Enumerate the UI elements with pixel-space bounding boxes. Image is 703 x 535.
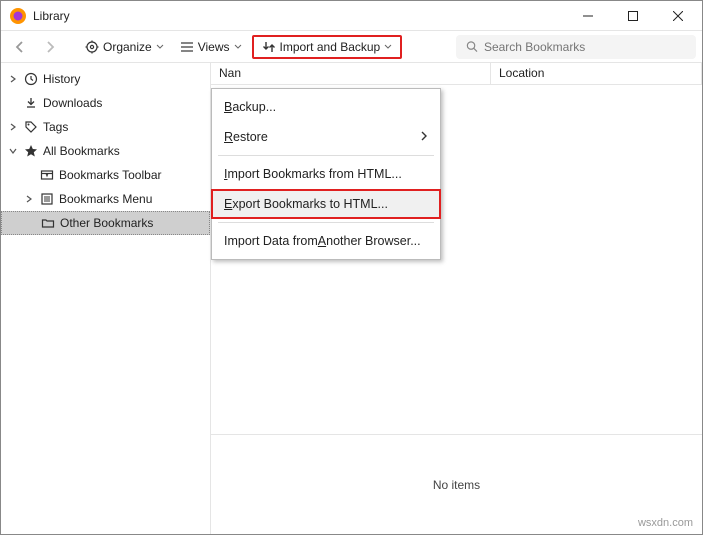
sidebar-item-tags[interactable]: Tags [1,115,210,139]
back-button[interactable] [7,37,33,57]
sidebar-label: Bookmarks Menu [59,192,152,206]
menu-item-import-html[interactable]: Import Bookmarks from HTML... [212,159,440,189]
sidebar-label: All Bookmarks [43,144,120,158]
sidebar-item-other-bookmarks[interactable]: Other Bookmarks [1,211,210,235]
sidebar-item-all-bookmarks[interactable]: All Bookmarks [1,139,210,163]
download-icon [23,96,39,110]
list-icon [180,40,194,54]
views-button[interactable]: Views [174,37,248,57]
import-backup-menu: Backup... Restore Import Bookmarks from … [211,88,441,260]
star-icon [23,144,39,158]
gear-icon [85,40,99,54]
clock-icon [23,72,39,86]
sidebar-label: Bookmarks Toolbar [59,168,162,182]
chevron-right-icon [420,130,428,144]
minimize-button[interactable] [565,1,610,30]
views-label: Views [198,40,230,54]
import-export-icon [262,40,276,54]
sidebar: History Downloads Tags All Bookmarks Boo [1,63,211,534]
organize-button[interactable]: Organize [79,37,170,57]
chevron-down-icon [156,43,164,51]
toolbar: Organize Views Import and Backup [1,31,702,63]
main-panel: Nan Location Backup... Restore Import Bo… [211,63,702,534]
status-bar: No items [211,434,702,534]
library-window: Library Organize Views Import and Backup [0,0,703,535]
expand-icon[interactable] [7,123,19,131]
expand-icon[interactable] [7,75,19,83]
menu-separator [218,222,434,223]
sidebar-item-history[interactable]: History [1,67,210,91]
search-input[interactable] [484,40,686,54]
sidebar-item-bookmarks-toolbar[interactable]: Bookmarks Toolbar [1,163,210,187]
chevron-down-icon [234,43,242,51]
window-title: Library [33,9,70,23]
sidebar-label: Other Bookmarks [60,216,153,230]
column-name[interactable]: Nan [211,63,491,84]
sidebar-label: History [43,72,80,86]
sidebar-label: Tags [43,120,68,134]
titlebar: Library [1,1,702,31]
menu-item-backup[interactable]: Backup... [212,92,440,122]
tag-icon [23,120,39,134]
import-backup-button[interactable]: Import and Backup [252,35,403,59]
sidebar-label: Downloads [43,96,102,110]
import-backup-label: Import and Backup [280,40,381,54]
list-area: Backup... Restore Import Bookmarks from … [211,85,702,434]
maximize-button[interactable] [610,1,655,30]
column-headers: Nan Location [211,63,702,85]
menu-item-restore[interactable]: Restore [212,122,440,152]
close-button[interactable] [655,1,700,30]
column-location[interactable]: Location [491,63,702,84]
expand-icon[interactable] [23,195,35,203]
status-text: No items [433,478,480,492]
sidebar-item-bookmarks-menu[interactable]: Bookmarks Menu [1,187,210,211]
collapse-icon[interactable] [7,147,19,155]
menu-icon [39,192,55,206]
folder-icon [40,216,56,230]
menu-item-import-other-browser[interactable]: Import Data from Another Browser... [212,226,440,256]
search-box[interactable] [456,35,696,59]
menu-separator [218,155,434,156]
menu-item-export-html[interactable]: Export Bookmarks to HTML... [211,189,441,219]
app-icon [9,7,27,25]
search-icon [466,40,478,53]
watermark: wsxdn.com [638,517,693,529]
body: History Downloads Tags All Bookmarks Boo [1,63,702,534]
organize-label: Organize [103,40,152,54]
toolbar-icon [39,168,55,182]
sidebar-item-downloads[interactable]: Downloads [1,91,210,115]
forward-button[interactable] [37,37,63,57]
chevron-down-icon [384,43,392,51]
